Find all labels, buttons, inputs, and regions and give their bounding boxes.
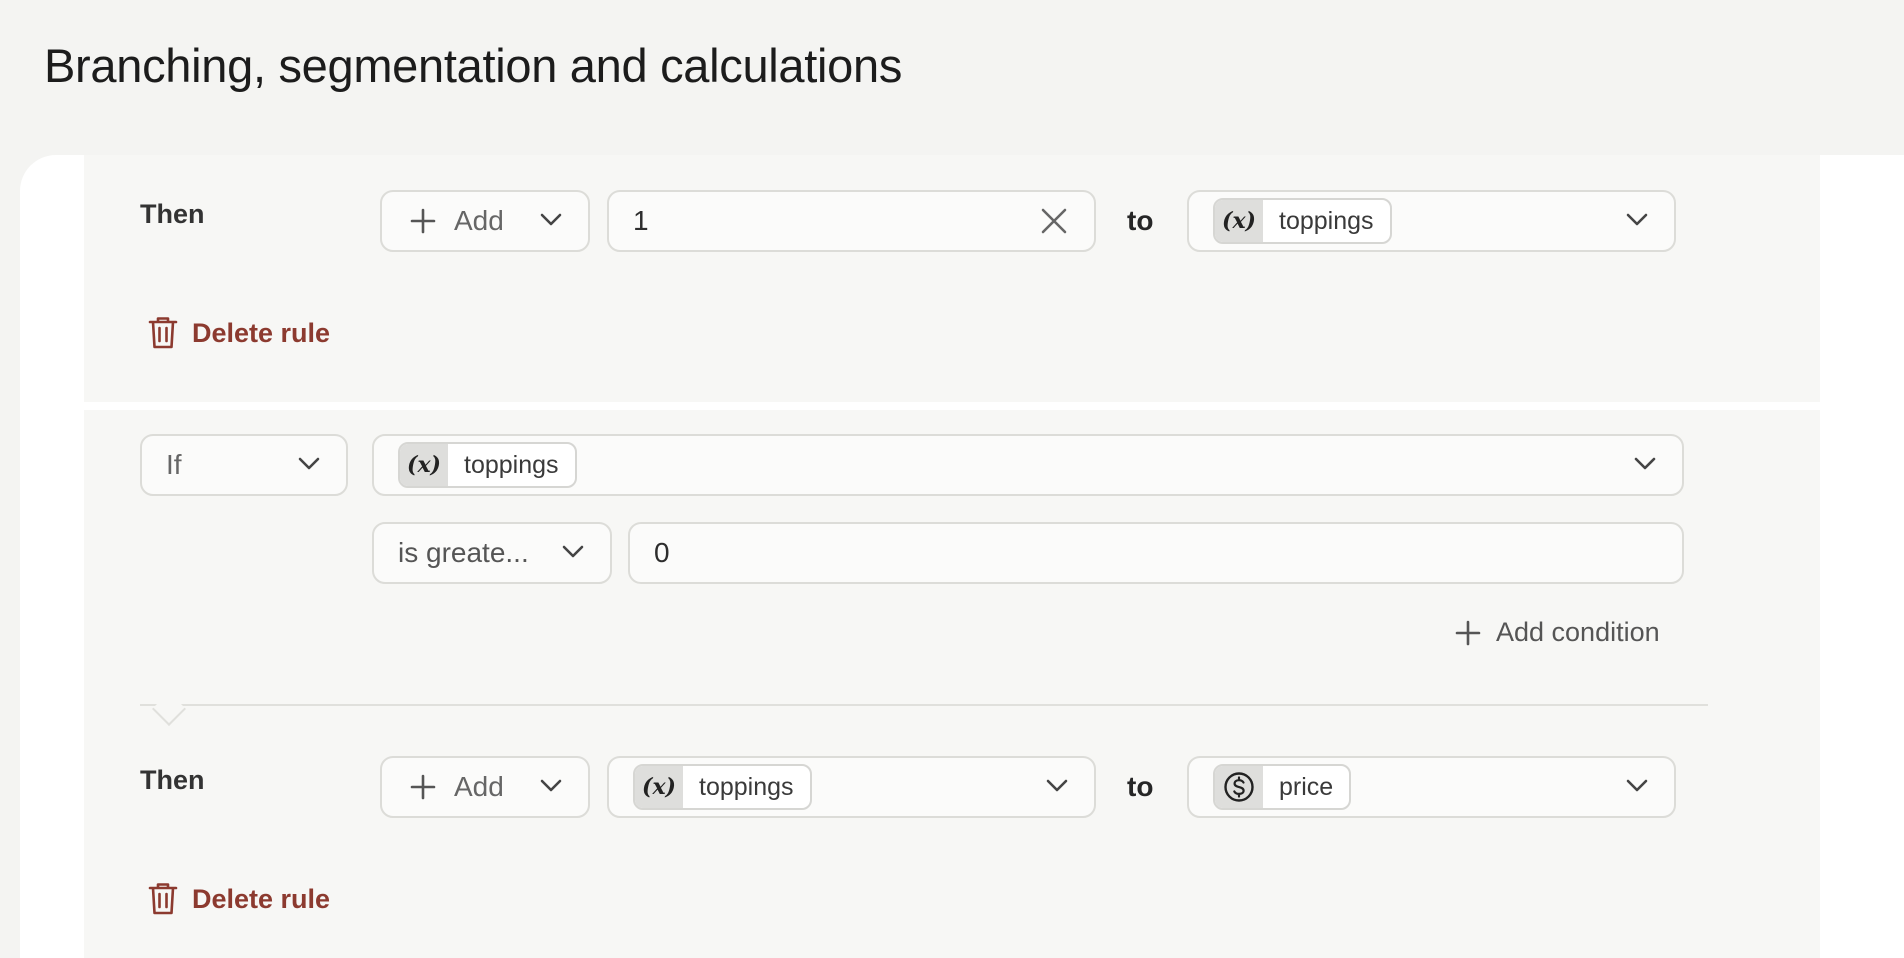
to-label: to [1127, 205, 1154, 236]
then-label: Then [140, 765, 205, 795]
trash-icon [148, 317, 178, 349]
price-chip: price [1213, 764, 1352, 810]
action-dropdown[interactable]: Add [380, 190, 590, 252]
chevron-down-icon [562, 545, 584, 558]
variable-icon: (x) [1215, 200, 1263, 242]
value-input[interactable]: 1 [607, 190, 1096, 252]
chevron-down-icon [298, 457, 320, 470]
target-variable-dropdown[interactable]: (x) toppings [1187, 190, 1676, 252]
variable-chip: (x) toppings [398, 442, 577, 488]
compare-value-input[interactable]: 0 [628, 522, 1684, 584]
variable-chip: (x) toppings [1213, 198, 1392, 244]
plus-icon [1455, 620, 1481, 645]
compare-value-text: 0 [654, 537, 670, 568]
divider [140, 704, 1708, 706]
dollar-icon [1215, 766, 1263, 808]
add-condition-label: Add condition [1496, 617, 1660, 647]
condition-variable-dropdown[interactable]: (x) toppings [372, 434, 1684, 496]
operator-dropdown[interactable]: is greate... [372, 522, 612, 584]
then-label: Then [140, 199, 205, 229]
variable-chip: (x) toppings [633, 764, 812, 810]
target-price-dropdown[interactable]: price [1187, 756, 1676, 818]
if-dropdown[interactable]: If [140, 434, 348, 496]
plus-icon [408, 772, 438, 802]
chevron-down-icon [1634, 457, 1656, 470]
delete-rule-label: Delete rule [192, 883, 331, 914]
chevron-down-icon [1046, 779, 1068, 792]
action-label: Add [454, 771, 504, 802]
source-variable-dropdown[interactable]: (x) toppings [607, 756, 1096, 818]
variable-icon: (x) [400, 444, 448, 486]
delete-rule-label: Delete rule [192, 317, 331, 348]
chevron-down-icon [1626, 779, 1648, 792]
plus-icon [408, 206, 438, 236]
trash-icon [148, 883, 178, 915]
add-condition-button[interactable]: Add condition [1454, 617, 1660, 648]
page-title: Branching, segmentation and calculations [44, 39, 903, 92]
chip-label: price [1279, 772, 1334, 801]
clear-icon[interactable] [1040, 207, 1068, 235]
chip-label: toppings [1279, 206, 1374, 235]
variable-icon: (x) [635, 766, 683, 808]
chip-label: toppings [464, 450, 559, 479]
action-label: Add [454, 205, 504, 236]
chip-label: toppings [699, 772, 794, 801]
to-label: to [1127, 771, 1154, 802]
chevron-down-icon [540, 779, 562, 792]
delete-rule-button[interactable]: Delete rule [148, 316, 330, 350]
operator-label: is greate... [398, 537, 529, 568]
chevron-down-icon [540, 213, 562, 226]
value-text: 1 [633, 205, 649, 236]
if-label: If [166, 449, 182, 480]
action-dropdown[interactable]: Add [380, 756, 590, 818]
chevron-down-icon [1626, 213, 1648, 226]
delete-rule-button[interactable]: Delete rule [148, 882, 330, 916]
